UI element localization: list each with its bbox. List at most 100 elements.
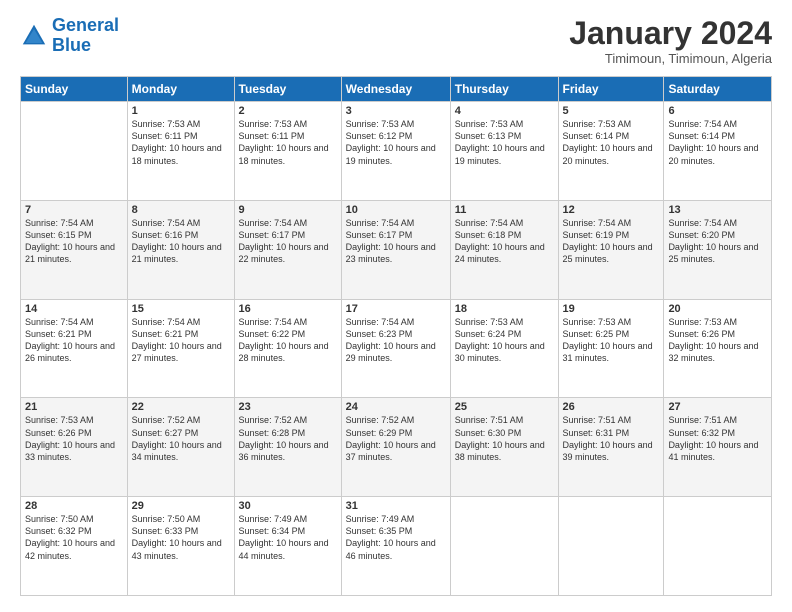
day-info: Sunrise: 7:54 AMSunset: 6:19 PMDaylight:… bbox=[563, 217, 660, 266]
day-number: 7 bbox=[25, 204, 123, 216]
calendar-cell: 12Sunrise: 7:54 AMSunset: 6:19 PMDayligh… bbox=[558, 200, 664, 299]
calendar-cell: 31Sunrise: 7:49 AMSunset: 6:35 PMDayligh… bbox=[341, 497, 450, 596]
calendar-cell: 23Sunrise: 7:52 AMSunset: 6:28 PMDayligh… bbox=[234, 398, 341, 497]
day-number: 16 bbox=[239, 303, 337, 315]
day-number: 6 bbox=[668, 105, 767, 117]
day-info: Sunrise: 7:51 AMSunset: 6:30 PMDaylight:… bbox=[455, 414, 554, 463]
col-header-tuesday: Tuesday bbox=[234, 77, 341, 102]
logo-blue: Blue bbox=[52, 35, 91, 55]
calendar-cell: 11Sunrise: 7:54 AMSunset: 6:18 PMDayligh… bbox=[450, 200, 558, 299]
day-number: 27 bbox=[668, 401, 767, 413]
day-info: Sunrise: 7:54 AMSunset: 6:21 PMDaylight:… bbox=[132, 316, 230, 365]
day-info: Sunrise: 7:54 AMSunset: 6:22 PMDaylight:… bbox=[239, 316, 337, 365]
day-number: 24 bbox=[346, 401, 446, 413]
page: General Blue January 2024 Timimoun, Timi… bbox=[0, 0, 792, 612]
day-number: 21 bbox=[25, 401, 123, 413]
day-number: 26 bbox=[563, 401, 660, 413]
day-number: 9 bbox=[239, 204, 337, 216]
calendar-cell bbox=[450, 497, 558, 596]
day-info: Sunrise: 7:53 AMSunset: 6:11 PMDaylight:… bbox=[239, 118, 337, 167]
day-info: Sunrise: 7:54 AMSunset: 6:15 PMDaylight:… bbox=[25, 217, 123, 266]
calendar-table: SundayMondayTuesdayWednesdayThursdayFrid… bbox=[20, 76, 772, 596]
day-number: 14 bbox=[25, 303, 123, 315]
day-info: Sunrise: 7:49 AMSunset: 6:35 PMDaylight:… bbox=[346, 513, 446, 562]
day-number: 3 bbox=[346, 105, 446, 117]
calendar-cell: 20Sunrise: 7:53 AMSunset: 6:26 PMDayligh… bbox=[664, 299, 772, 398]
calendar-cell: 1Sunrise: 7:53 AMSunset: 6:11 PMDaylight… bbox=[127, 102, 234, 201]
calendar-cell: 17Sunrise: 7:54 AMSunset: 6:23 PMDayligh… bbox=[341, 299, 450, 398]
day-info: Sunrise: 7:50 AMSunset: 6:32 PMDaylight:… bbox=[25, 513, 123, 562]
day-info: Sunrise: 7:52 AMSunset: 6:27 PMDaylight:… bbox=[132, 414, 230, 463]
calendar-cell: 4Sunrise: 7:53 AMSunset: 6:13 PMDaylight… bbox=[450, 102, 558, 201]
calendar-header-row: SundayMondayTuesdayWednesdayThursdayFrid… bbox=[21, 77, 772, 102]
col-header-wednesday: Wednesday bbox=[341, 77, 450, 102]
day-number: 30 bbox=[239, 500, 337, 512]
calendar-cell: 30Sunrise: 7:49 AMSunset: 6:34 PMDayligh… bbox=[234, 497, 341, 596]
day-info: Sunrise: 7:54 AMSunset: 6:23 PMDaylight:… bbox=[346, 316, 446, 365]
day-info: Sunrise: 7:54 AMSunset: 6:18 PMDaylight:… bbox=[455, 217, 554, 266]
day-info: Sunrise: 7:52 AMSunset: 6:28 PMDaylight:… bbox=[239, 414, 337, 463]
col-header-sunday: Sunday bbox=[21, 77, 128, 102]
day-info: Sunrise: 7:54 AMSunset: 6:14 PMDaylight:… bbox=[668, 118, 767, 167]
day-number: 19 bbox=[563, 303, 660, 315]
day-number: 25 bbox=[455, 401, 554, 413]
day-info: Sunrise: 7:49 AMSunset: 6:34 PMDaylight:… bbox=[239, 513, 337, 562]
day-number: 11 bbox=[455, 204, 554, 216]
calendar-cell: 15Sunrise: 7:54 AMSunset: 6:21 PMDayligh… bbox=[127, 299, 234, 398]
calendar-cell: 8Sunrise: 7:54 AMSunset: 6:16 PMDaylight… bbox=[127, 200, 234, 299]
day-number: 2 bbox=[239, 105, 337, 117]
calendar-cell: 26Sunrise: 7:51 AMSunset: 6:31 PMDayligh… bbox=[558, 398, 664, 497]
col-header-monday: Monday bbox=[127, 77, 234, 102]
day-info: Sunrise: 7:53 AMSunset: 6:26 PMDaylight:… bbox=[668, 316, 767, 365]
col-header-saturday: Saturday bbox=[664, 77, 772, 102]
day-info: Sunrise: 7:53 AMSunset: 6:24 PMDaylight:… bbox=[455, 316, 554, 365]
calendar-week-4: 21Sunrise: 7:53 AMSunset: 6:26 PMDayligh… bbox=[21, 398, 772, 497]
day-number: 10 bbox=[346, 204, 446, 216]
calendar-cell: 14Sunrise: 7:54 AMSunset: 6:21 PMDayligh… bbox=[21, 299, 128, 398]
day-number: 4 bbox=[455, 105, 554, 117]
calendar-cell: 7Sunrise: 7:54 AMSunset: 6:15 PMDaylight… bbox=[21, 200, 128, 299]
day-number: 29 bbox=[132, 500, 230, 512]
calendar-week-2: 7Sunrise: 7:54 AMSunset: 6:15 PMDaylight… bbox=[21, 200, 772, 299]
day-number: 23 bbox=[239, 401, 337, 413]
day-number: 5 bbox=[563, 105, 660, 117]
day-number: 22 bbox=[132, 401, 230, 413]
day-info: Sunrise: 7:54 AMSunset: 6:17 PMDaylight:… bbox=[239, 217, 337, 266]
day-number: 20 bbox=[668, 303, 767, 315]
day-info: Sunrise: 7:53 AMSunset: 6:14 PMDaylight:… bbox=[563, 118, 660, 167]
logo-icon bbox=[20, 22, 48, 50]
calendar-cell: 19Sunrise: 7:53 AMSunset: 6:25 PMDayligh… bbox=[558, 299, 664, 398]
title-block: January 2024 Timimoun, Timimoun, Algeria bbox=[569, 16, 772, 66]
calendar-cell: 3Sunrise: 7:53 AMSunset: 6:12 PMDaylight… bbox=[341, 102, 450, 201]
day-number: 8 bbox=[132, 204, 230, 216]
day-number: 1 bbox=[132, 105, 230, 117]
calendar-cell: 27Sunrise: 7:51 AMSunset: 6:32 PMDayligh… bbox=[664, 398, 772, 497]
day-info: Sunrise: 7:54 AMSunset: 6:16 PMDaylight:… bbox=[132, 217, 230, 266]
calendar-week-3: 14Sunrise: 7:54 AMSunset: 6:21 PMDayligh… bbox=[21, 299, 772, 398]
calendar-cell: 10Sunrise: 7:54 AMSunset: 6:17 PMDayligh… bbox=[341, 200, 450, 299]
calendar-cell: 6Sunrise: 7:54 AMSunset: 6:14 PMDaylight… bbox=[664, 102, 772, 201]
day-info: Sunrise: 7:51 AMSunset: 6:32 PMDaylight:… bbox=[668, 414, 767, 463]
location-subtitle: Timimoun, Timimoun, Algeria bbox=[569, 51, 772, 66]
calendar-cell: 18Sunrise: 7:53 AMSunset: 6:24 PMDayligh… bbox=[450, 299, 558, 398]
calendar-cell bbox=[664, 497, 772, 596]
day-info: Sunrise: 7:53 AMSunset: 6:13 PMDaylight:… bbox=[455, 118, 554, 167]
calendar-cell: 9Sunrise: 7:54 AMSunset: 6:17 PMDaylight… bbox=[234, 200, 341, 299]
day-number: 28 bbox=[25, 500, 123, 512]
calendar-cell bbox=[21, 102, 128, 201]
day-info: Sunrise: 7:51 AMSunset: 6:31 PMDaylight:… bbox=[563, 414, 660, 463]
day-info: Sunrise: 7:53 AMSunset: 6:12 PMDaylight:… bbox=[346, 118, 446, 167]
calendar-week-1: 1 Sunrise: 7:53 AMSunset: 6:11 PMDaylight… bbox=[21, 102, 772, 201]
month-title: January 2024 bbox=[569, 16, 772, 51]
calendar-cell: 2Sunrise: 7:53 AMSunset: 6:11 PMDaylight… bbox=[234, 102, 341, 201]
calendar-cell: 24Sunrise: 7:52 AMSunset: 6:29 PMDayligh… bbox=[341, 398, 450, 497]
calendar-cell: 22Sunrise: 7:52 AMSunset: 6:27 PMDayligh… bbox=[127, 398, 234, 497]
logo: General Blue bbox=[20, 16, 119, 56]
day-number: 13 bbox=[668, 204, 767, 216]
day-info: Sunrise: 7:54 AMSunset: 6:21 PMDaylight:… bbox=[25, 316, 123, 365]
calendar-cell: 25Sunrise: 7:51 AMSunset: 6:30 PMDayligh… bbox=[450, 398, 558, 497]
calendar-cell bbox=[558, 497, 664, 596]
day-number: 31 bbox=[346, 500, 446, 512]
calendar-cell: 21Sunrise: 7:53 AMSunset: 6:26 PMDayligh… bbox=[21, 398, 128, 497]
logo-text: General Blue bbox=[52, 16, 119, 56]
